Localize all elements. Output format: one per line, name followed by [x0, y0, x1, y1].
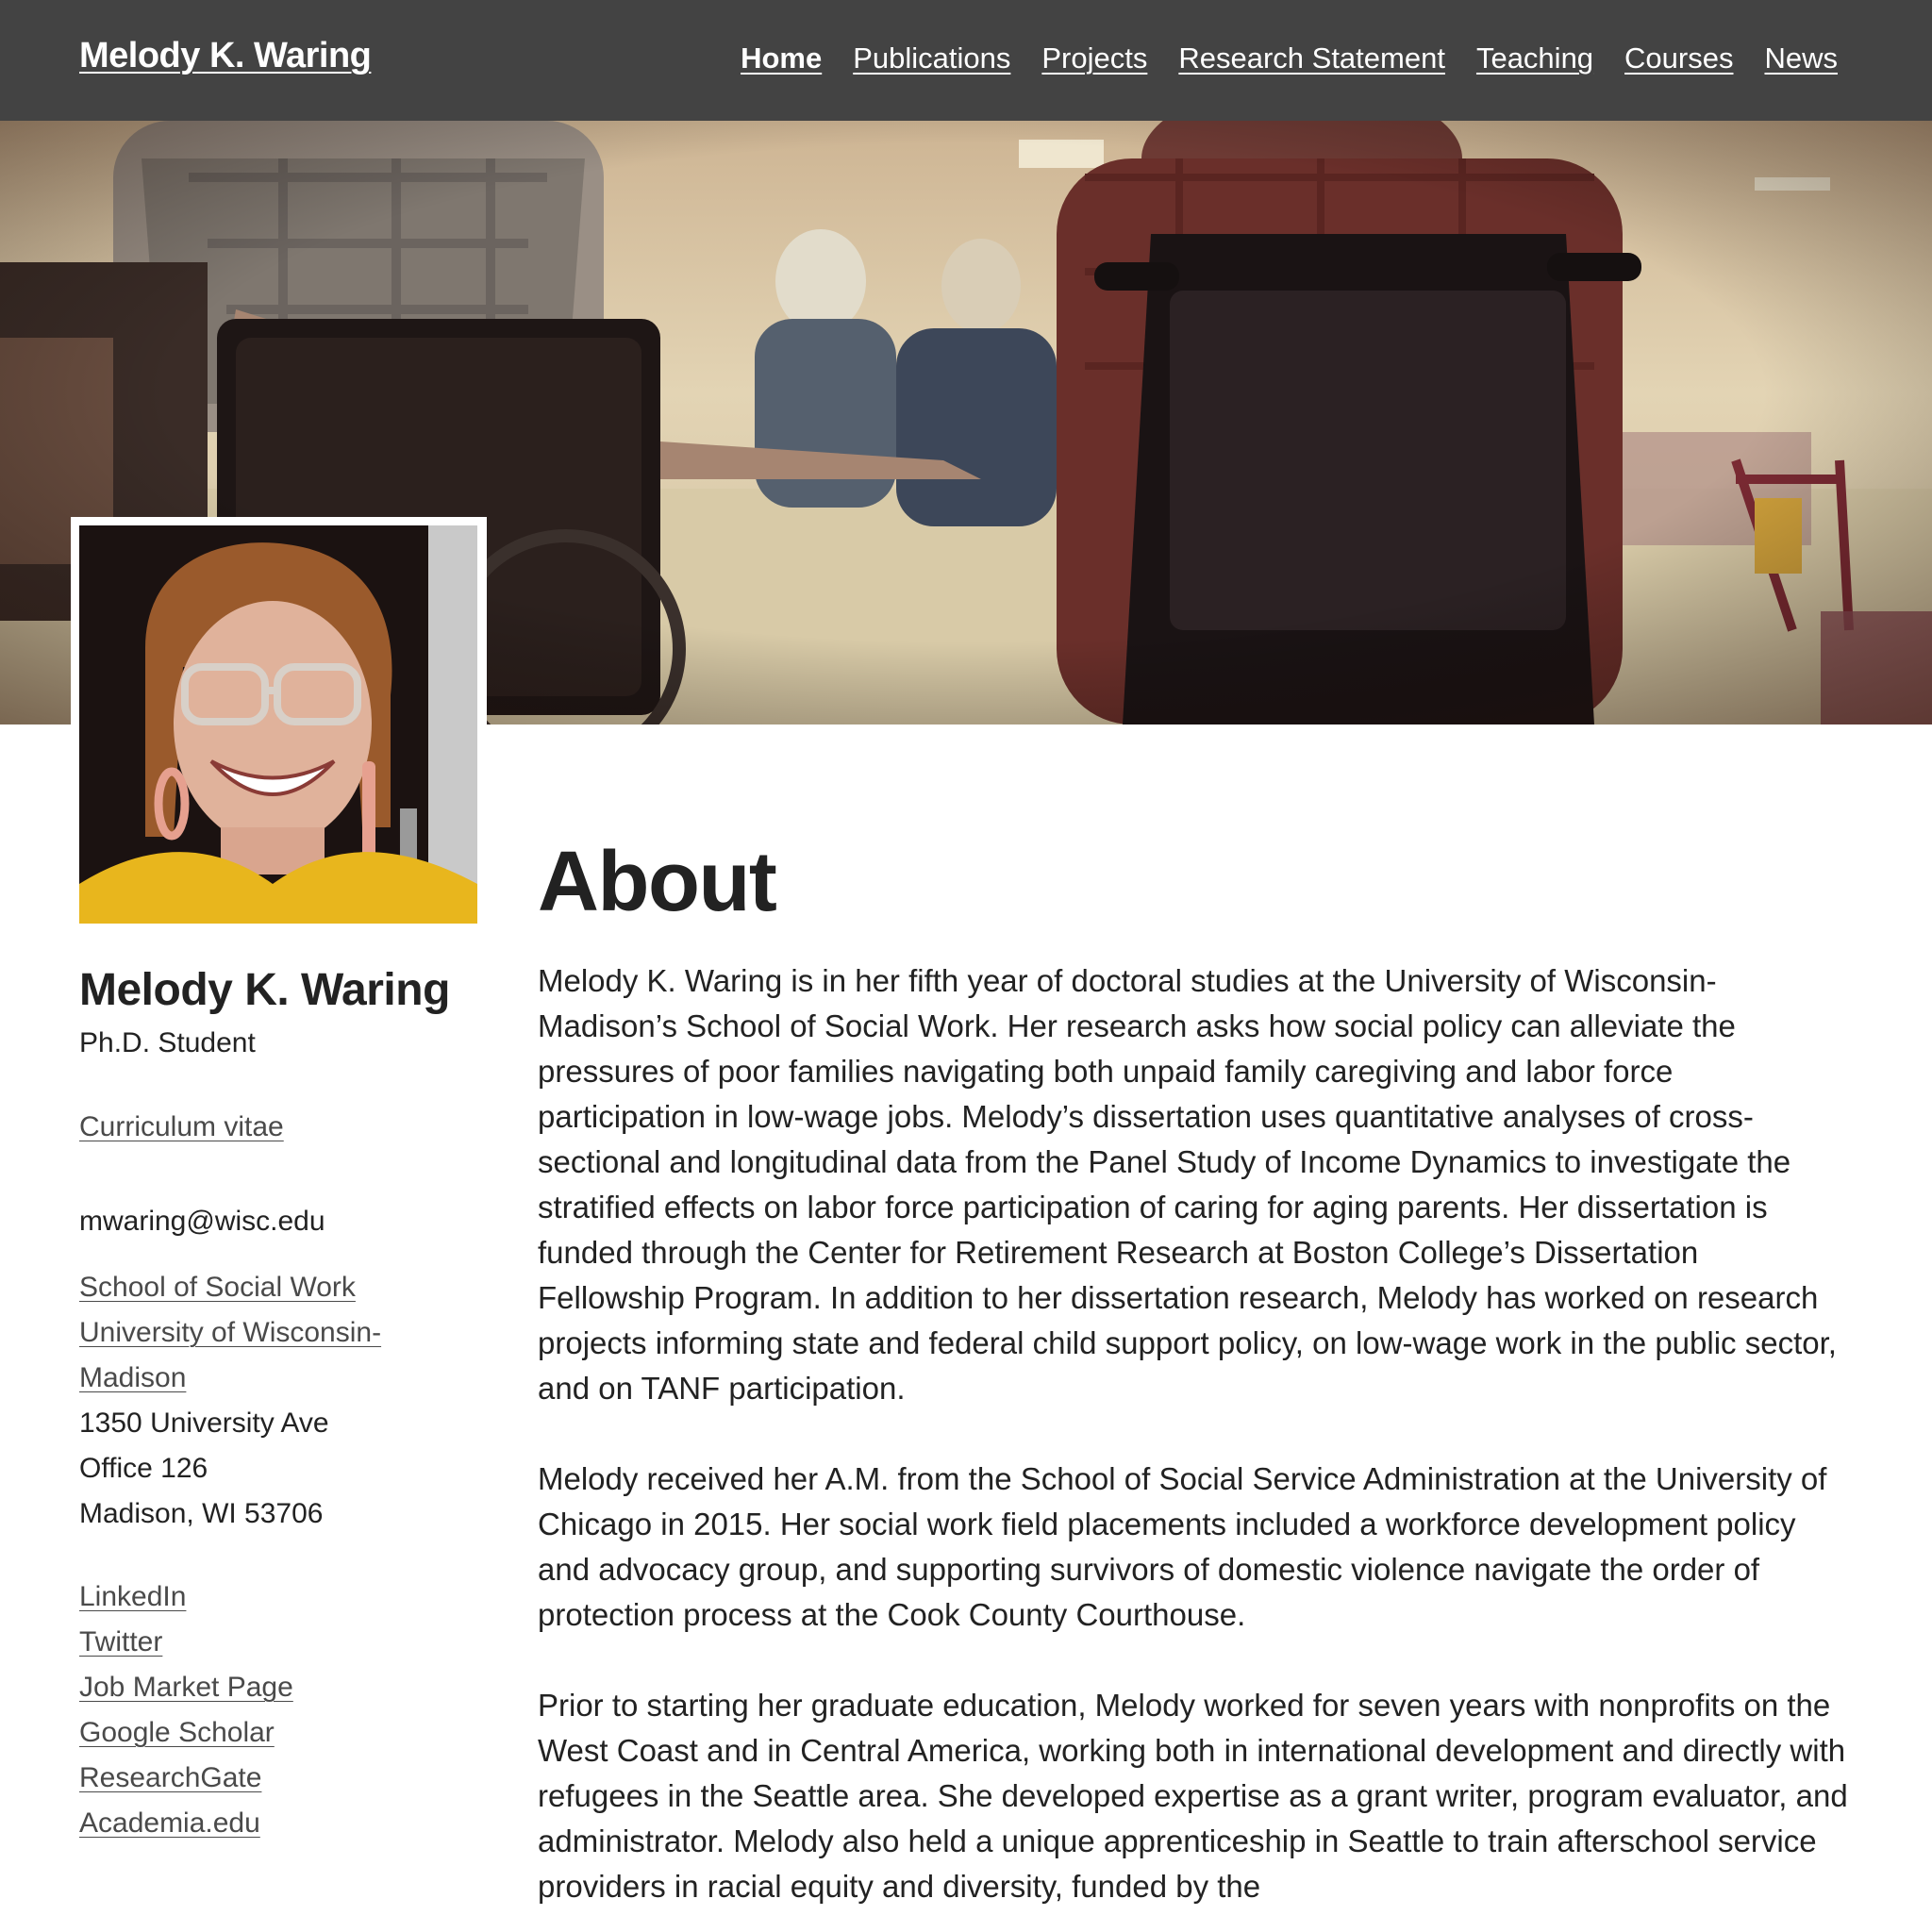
about-paragraph-3: Prior to starting her graduate education… — [538, 1688, 1848, 1904]
email-address: mwaring@wisc.edu — [79, 1206, 325, 1237]
university-link-line1[interactable]: University of Wisconsin- — [79, 1310, 494, 1356]
address-line2: Office 126 — [79, 1453, 208, 1484]
author-name: Melody K. Waring — [79, 965, 450, 1015]
linkedin-link[interactable]: LinkedIn — [79, 1574, 494, 1620]
avatar-portrait — [79, 525, 477, 924]
university-link-line2[interactable]: Madison — [79, 1356, 494, 1401]
nav-publications[interactable]: Publications — [853, 42, 1010, 75]
address-block: School of Social Work University of Wisc… — [79, 1265, 494, 1537]
researchgate-link[interactable]: ResearchGate — [79, 1756, 494, 1801]
author-role: Ph.D. Student — [79, 1027, 256, 1058]
nav-list: Home Publications Projects Research Stat… — [741, 42, 1838, 75]
nav-news[interactable]: News — [1764, 42, 1838, 75]
job-market-page-link[interactable]: Job Market Page — [79, 1665, 494, 1710]
address-line3: Madison, WI 53706 — [79, 1498, 324, 1529]
author-sidebar: Melody K. Waring Ph.D. Student Curriculu… — [79, 960, 494, 1846]
social-links: LinkedIn Twitter Job Market Page Google … — [79, 1574, 494, 1846]
nav-teaching[interactable]: Teaching — [1476, 42, 1593, 75]
about-paragraph-2: Melody received her A.M. from the School… — [538, 1461, 1827, 1632]
nav-research-statement[interactable]: Research Statement — [1178, 42, 1445, 75]
cv-link[interactable]: Curriculum vitae — [79, 1105, 494, 1150]
page-title: About — [538, 835, 777, 929]
address-line1: 1350 University Ave — [79, 1407, 329, 1439]
main-content: About Melody K. Waring is in her fifth y… — [538, 830, 1849, 1909]
site-title-link[interactable]: Melody K. Waring — [79, 36, 372, 76]
academia-link[interactable]: Academia.edu — [79, 1801, 494, 1846]
about-paragraph-1: Melody K. Waring is in her fifth year of… — [538, 963, 1837, 1406]
nav-projects[interactable]: Projects — [1041, 42, 1147, 75]
avatar — [79, 525, 477, 924]
school-link[interactable]: School of Social Work — [79, 1265, 494, 1310]
top-navbar: Melody K. Waring Home Publications Proje… — [0, 0, 1932, 121]
twitter-link[interactable]: Twitter — [79, 1620, 494, 1665]
google-scholar-link[interactable]: Google Scholar — [79, 1710, 494, 1756]
nav-courses[interactable]: Courses — [1624, 42, 1733, 75]
nav-home[interactable]: Home — [741, 42, 822, 75]
